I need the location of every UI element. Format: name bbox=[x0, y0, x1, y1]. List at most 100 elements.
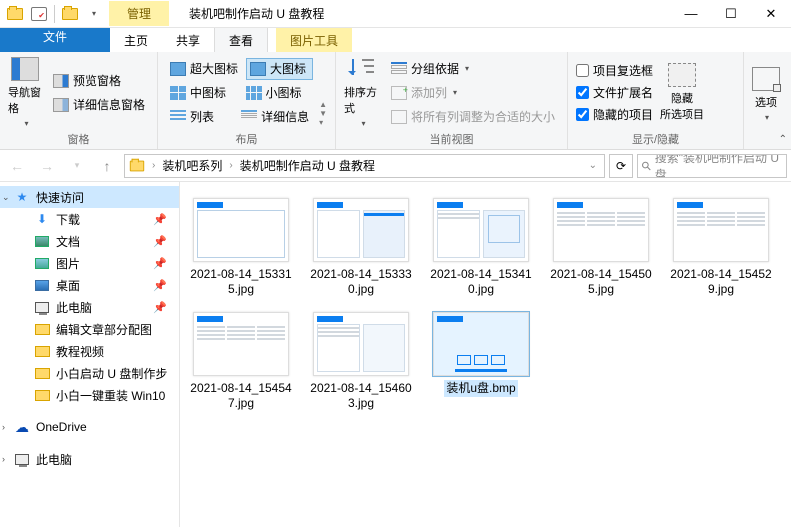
file-thumbnail bbox=[313, 312, 409, 376]
pin-icon: 📌 bbox=[153, 235, 167, 248]
hide-selected-button[interactable]: 隐藏 所选项目 bbox=[659, 56, 705, 129]
document-icon bbox=[34, 234, 50, 248]
size-columns-button[interactable]: 将所有列调整为合适的大小 bbox=[387, 106, 559, 128]
file-item[interactable]: 2021-08-14_153315.jpg bbox=[186, 198, 296, 298]
navigation-pane-button[interactable]: 导航窗格 ▾ bbox=[8, 56, 43, 129]
folder-icon bbox=[34, 322, 50, 336]
maximize-button[interactable]: ☐ bbox=[711, 0, 751, 28]
ribbon-collapse-icon[interactable]: ⌃ bbox=[779, 134, 787, 145]
file-name: 2021-08-14_153410.jpg bbox=[426, 266, 536, 298]
quick-access-toolbar: ✔ ▾ bbox=[0, 3, 109, 25]
up-button[interactable]: ↑ bbox=[94, 153, 120, 179]
file-name: 2021-08-14_153330.jpg bbox=[306, 266, 416, 298]
address-box[interactable]: › 装机吧系列 › 装机吧制作启动 U 盘教程 ⌄ bbox=[124, 154, 605, 178]
desktop-icon bbox=[34, 278, 50, 292]
chevron-right-icon[interactable]: › bbox=[149, 160, 158, 171]
file-name: 2021-08-14_154547.jpg bbox=[186, 380, 296, 412]
address-dropdown-icon[interactable]: ⌄ bbox=[586, 160, 600, 171]
nav-documents[interactable]: 文档📌 bbox=[0, 230, 179, 252]
sort-by-button[interactable]: 排序方式 ▾ bbox=[344, 56, 381, 129]
layout-more-icon[interactable]: ▾ bbox=[319, 118, 327, 127]
layout-scroll-down-icon[interactable]: ▼ bbox=[319, 109, 327, 118]
back-button[interactable]: ← bbox=[4, 153, 30, 179]
preview-pane-button[interactable]: 预览窗格 bbox=[49, 70, 149, 92]
new-folder-icon[interactable] bbox=[59, 3, 81, 25]
ribbon-tabs: 文件 主页 共享 查看 图片工具 bbox=[0, 28, 791, 52]
details-pane-button[interactable]: 详细信息窗格 bbox=[49, 94, 149, 116]
file-thumbnail bbox=[673, 198, 769, 262]
star-icon: ★ bbox=[14, 190, 30, 204]
main-area: ⌄ ★ 快速访问 ⬇下载📌 文档📌 图片📌 桌面📌 此电脑📌 编辑文章部分配图 … bbox=[0, 182, 791, 527]
medium-icons-button[interactable]: 中图标 bbox=[166, 82, 238, 104]
group-layout: 超大图标 大图标 中图标 小图标 列表 详细信息 ▲ ▼ ▾ 布局 bbox=[158, 52, 336, 149]
qat-dropdown-icon[interactable]: ▾ bbox=[83, 3, 105, 25]
contextual-tab-manage: 管理 bbox=[109, 1, 169, 26]
file-item[interactable]: 2021-08-14_154547.jpg bbox=[186, 312, 296, 412]
tab-share[interactable]: 共享 bbox=[162, 28, 214, 52]
nav-folder[interactable]: 小白启动 U 盘制作步 bbox=[0, 362, 179, 384]
file-item[interactable]: 2021-08-14_153410.jpg bbox=[426, 198, 536, 298]
download-icon: ⬇ bbox=[34, 212, 50, 226]
folder-icon bbox=[34, 344, 50, 358]
folder-icon[interactable] bbox=[4, 3, 26, 25]
breadcrumb-item[interactable]: 装机吧系列 bbox=[162, 157, 222, 174]
file-item[interactable]: 2021-08-14_154529.jpg bbox=[666, 198, 776, 298]
file-thumbnail bbox=[433, 312, 529, 376]
group-current-view: 排序方式 ▾ 分组依据▾ +添加列▾ 将所有列调整为合适的大小 当前视图 bbox=[336, 52, 568, 149]
pc-icon bbox=[34, 300, 50, 314]
file-extensions-checkbox[interactable]: 文件扩展名 bbox=[576, 83, 653, 103]
hidden-items-checkbox[interactable]: 隐藏的项目 bbox=[576, 105, 653, 125]
group-by-button[interactable]: 分组依据▾ bbox=[387, 58, 559, 80]
pin-icon: 📌 bbox=[153, 301, 167, 314]
nav-quick-access[interactable]: ⌄ ★ 快速访问 bbox=[0, 186, 179, 208]
refresh-button[interactable]: ⟳ bbox=[609, 154, 633, 178]
search-icon: ⚲ bbox=[638, 157, 654, 173]
folder-icon bbox=[130, 160, 144, 171]
window-controls: — ☐ ✕ bbox=[671, 0, 791, 28]
item-checkboxes-checkbox[interactable]: 项目复选框 bbox=[576, 61, 653, 81]
close-button[interactable]: ✕ bbox=[751, 0, 791, 28]
file-item[interactable]: 2021-08-14_154603.jpg bbox=[306, 312, 416, 412]
pin-icon: 📌 bbox=[153, 279, 167, 292]
properties-icon[interactable]: ✔ bbox=[28, 3, 50, 25]
group-show-hide: 项目复选框 文件扩展名 隐藏的项目 隐藏 所选项目 显示/隐藏 bbox=[568, 52, 744, 149]
tab-home[interactable]: 主页 bbox=[110, 28, 162, 52]
file-item[interactable]: 2021-08-14_154505.jpg bbox=[546, 198, 656, 298]
extra-large-icons-button[interactable]: 超大图标 bbox=[166, 58, 242, 80]
layout-scroll-up-icon[interactable]: ▲ bbox=[319, 100, 327, 109]
details-button[interactable]: 详细信息 bbox=[237, 106, 313, 128]
tab-file[interactable]: 文件 bbox=[0, 28, 110, 52]
tab-picture-tools[interactable]: 图片工具 bbox=[276, 28, 352, 52]
pin-icon: 📌 bbox=[153, 213, 167, 226]
nav-folder[interactable]: 教程视频 bbox=[0, 340, 179, 362]
recent-locations-button[interactable]: ▾ bbox=[64, 153, 90, 179]
nav-this-pc-root[interactable]: ›此电脑 bbox=[0, 448, 179, 470]
add-columns-button[interactable]: +添加列▾ bbox=[387, 82, 559, 104]
chevron-down-icon[interactable]: ⌄ bbox=[2, 192, 10, 203]
file-item[interactable]: 2021-08-14_153330.jpg bbox=[306, 198, 416, 298]
chevron-right-icon[interactable]: › bbox=[2, 454, 5, 464]
small-icons-button[interactable]: 小图标 bbox=[242, 82, 314, 104]
group-label-show-hide: 显示/隐藏 bbox=[576, 129, 735, 147]
file-thumbnail bbox=[193, 198, 289, 262]
forward-button[interactable]: → bbox=[34, 153, 60, 179]
breadcrumb-item[interactable]: 装机吧制作启动 U 盘教程 bbox=[240, 157, 375, 174]
options-button[interactable]: 选项 ▾ bbox=[752, 56, 780, 133]
nav-folder[interactable]: 编辑文章部分配图 bbox=[0, 318, 179, 340]
minimize-button[interactable]: — bbox=[671, 0, 711, 28]
nav-downloads[interactable]: ⬇下载📌 bbox=[0, 208, 179, 230]
nav-onedrive[interactable]: ›☁OneDrive bbox=[0, 416, 179, 438]
file-item[interactable]: 装机u盘.bmp bbox=[426, 312, 536, 412]
file-list[interactable]: 2021-08-14_153315.jpg 2021-08-14_153330.j… bbox=[180, 182, 791, 527]
chevron-right-icon[interactable]: › bbox=[226, 160, 235, 171]
nav-desktop[interactable]: 桌面📌 bbox=[0, 274, 179, 296]
tab-view[interactable]: 查看 bbox=[214, 28, 268, 52]
nav-pictures[interactable]: 图片📌 bbox=[0, 252, 179, 274]
chevron-right-icon[interactable]: › bbox=[2, 422, 5, 432]
nav-folder[interactable]: 小白一键重装 Win10 bbox=[0, 384, 179, 406]
search-box[interactable]: ⚲ 搜索"装机吧制作启动 U 盘 bbox=[637, 154, 787, 178]
nav-this-pc[interactable]: 此电脑📌 bbox=[0, 296, 179, 318]
list-button[interactable]: 列表 bbox=[166, 106, 233, 128]
folder-icon bbox=[34, 366, 50, 380]
large-icons-button[interactable]: 大图标 bbox=[246, 58, 313, 80]
